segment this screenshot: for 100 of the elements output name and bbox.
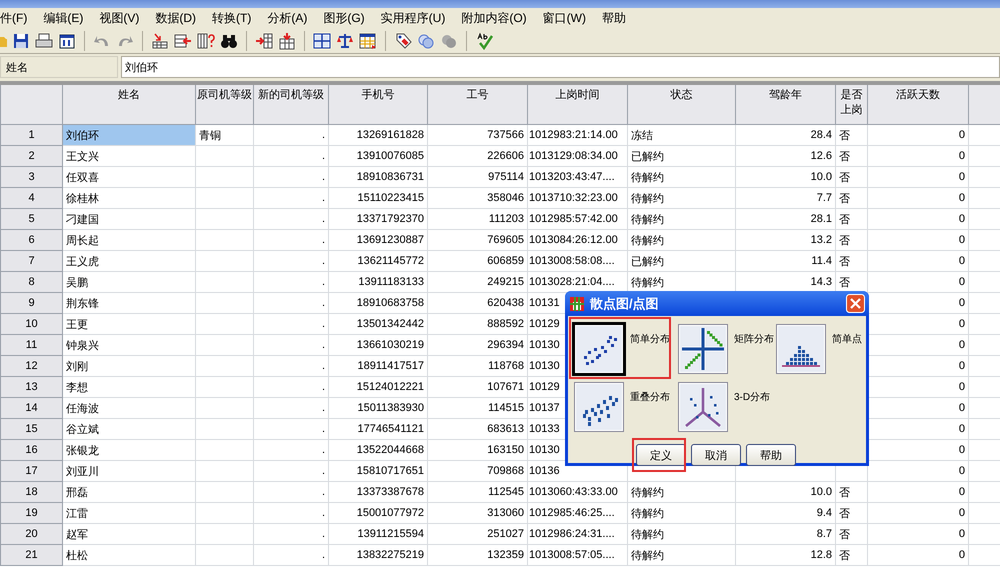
- dialog-button[interactable]: 定义: [636, 444, 686, 466]
- dialog-button[interactable]: 取消: [691, 444, 741, 466]
- table-cell: .: [254, 460, 328, 482]
- table-icon[interactable]: [255, 32, 273, 50]
- table-icon[interactable]: [278, 32, 296, 50]
- table-cell: 7.7: [736, 188, 836, 208]
- row-number[interactable]: 3: [0, 166, 62, 188]
- table-cell: 28.4: [736, 124, 836, 146]
- table-icon[interactable]: [174, 32, 192, 50]
- menu-item[interactable]: 编辑(E): [43, 10, 84, 26]
- table-icon[interactable]: [313, 32, 331, 50]
- table-cell: 15001077972: [328, 502, 428, 524]
- row-number[interactable]: 13: [0, 376, 62, 398]
- table-icon[interactable]: [197, 32, 215, 50]
- table-icon[interactable]: [58, 32, 76, 50]
- table-cell: 0: [868, 272, 968, 292]
- table-cell: 13910076085: [328, 146, 428, 166]
- table-cell: 737566: [428, 124, 528, 146]
- table-cell: 296394: [428, 334, 528, 356]
- column-header[interactable]: 是否上岗: [836, 85, 868, 124]
- column-header[interactable]: 活跃天数: [868, 85, 968, 124]
- table-cell: 张银龙: [62, 440, 196, 460]
- menu-item[interactable]: 图形(G): [323, 10, 365, 26]
- menu-item[interactable]: 帮助: [602, 10, 626, 26]
- menu-item[interactable]: 数据(D): [155, 10, 196, 26]
- table-cell: 王文兴: [62, 146, 196, 166]
- row-number[interactable]: 7: [0, 250, 62, 272]
- table-cell: 否: [836, 188, 868, 208]
- row-number[interactable]: 15: [0, 418, 62, 440]
- column-header[interactable]: 手机号: [328, 85, 428, 124]
- spell-check-icon[interactable]: [475, 32, 493, 50]
- table-cell: 0: [868, 166, 968, 188]
- row-number[interactable]: 16: [0, 440, 62, 460]
- table-cell: 1013710:32:23.00: [528, 188, 628, 208]
- table-cell: 112545: [428, 482, 528, 502]
- column-header[interactable]: 姓名: [62, 85, 196, 124]
- row-number[interactable]: 8: [0, 272, 62, 292]
- table-cell: 荆东锋: [62, 292, 196, 314]
- option-label: 重叠分布: [630, 390, 670, 404]
- table-cell: 13832275219: [328, 544, 428, 566]
- column-header[interactable]: 新的司机等级: [254, 85, 328, 124]
- row-number[interactable]: 12: [0, 356, 62, 376]
- column-header[interactable]: 原司机等级: [196, 85, 254, 124]
- row-number[interactable]: 20: [0, 524, 62, 544]
- row-number[interactable]: 18: [0, 482, 62, 502]
- table-cell: 1013060:43:33.00: [528, 482, 628, 502]
- table-cell: 251027: [428, 524, 528, 544]
- table-cell: 13661030219: [328, 334, 428, 356]
- printer-icon[interactable]: [35, 32, 53, 50]
- table-cell: 0: [868, 524, 968, 544]
- table-cell: 待解约: [628, 188, 736, 208]
- table-cell: 0: [868, 188, 968, 208]
- row-number[interactable]: 5: [0, 208, 62, 230]
- row-number[interactable]: 19: [0, 502, 62, 524]
- circles-icon[interactable]: [417, 32, 435, 50]
- table-cell: 否: [836, 502, 868, 524]
- column-header[interactable]: 工号: [428, 85, 528, 124]
- row-number[interactable]: 1: [0, 124, 62, 146]
- menu-item[interactable]: 转换(T): [212, 10, 252, 26]
- chart-type-button[interactable]: [572, 322, 626, 376]
- table-icon[interactable]: [359, 32, 377, 50]
- table-cell: 待解约: [628, 166, 736, 188]
- row-number[interactable]: 2: [0, 146, 62, 166]
- menu-item[interactable]: 附加内容(O): [461, 10, 527, 26]
- table-cell: 否: [836, 208, 868, 230]
- row-number[interactable]: 4: [0, 188, 62, 208]
- column-header[interactable]: 状态: [628, 85, 736, 124]
- close-icon[interactable]: [846, 294, 865, 313]
- table-cell: 待解约: [628, 208, 736, 230]
- row-number[interactable]: 17: [0, 460, 62, 482]
- row-number[interactable]: 9: [0, 292, 62, 314]
- table-cell: 18910683758: [328, 292, 428, 314]
- menu-item[interactable]: 实用程序(U): [380, 10, 446, 26]
- table-cell: 683613: [428, 418, 528, 440]
- menu-item[interactable]: 分析(A): [267, 10, 308, 26]
- menu-item[interactable]: 视图(V): [99, 10, 140, 26]
- row-number[interactable]: 10: [0, 314, 62, 334]
- menu-item[interactable]: 件(F): [0, 10, 28, 26]
- column-header[interactable]: 上岗时间: [528, 85, 628, 124]
- table-cell: 11.4: [736, 250, 836, 272]
- menu-item[interactable]: 窗口(W): [542, 10, 586, 26]
- table-cell: 王义虎: [62, 250, 196, 272]
- option-label: 简单分布: [630, 332, 670, 346]
- table-cell: 15124012221: [328, 376, 428, 398]
- table-cell: 769605: [428, 230, 528, 250]
- row-number[interactable]: 6: [0, 230, 62, 250]
- scales-icon[interactable]: [336, 32, 354, 50]
- table-cell: 10.0: [736, 482, 836, 502]
- row-number[interactable]: 21: [0, 544, 62, 566]
- tag-icon[interactable]: [394, 32, 412, 50]
- row-number[interactable]: 11: [0, 334, 62, 356]
- table-icon[interactable]: [151, 32, 169, 50]
- table-cell: 1013203:43:47....: [528, 166, 628, 188]
- column-header[interactable]: 驾龄年: [736, 85, 836, 124]
- table-cell: 赵军: [62, 524, 196, 544]
- table-cell: .: [254, 230, 328, 250]
- dialog-button[interactable]: 帮助: [746, 444, 796, 466]
- cell-value-field[interactable]: 刘伯环: [121, 56, 1000, 78]
- row-number[interactable]: 14: [0, 398, 62, 418]
- table-cell: 13269161828: [328, 124, 428, 146]
